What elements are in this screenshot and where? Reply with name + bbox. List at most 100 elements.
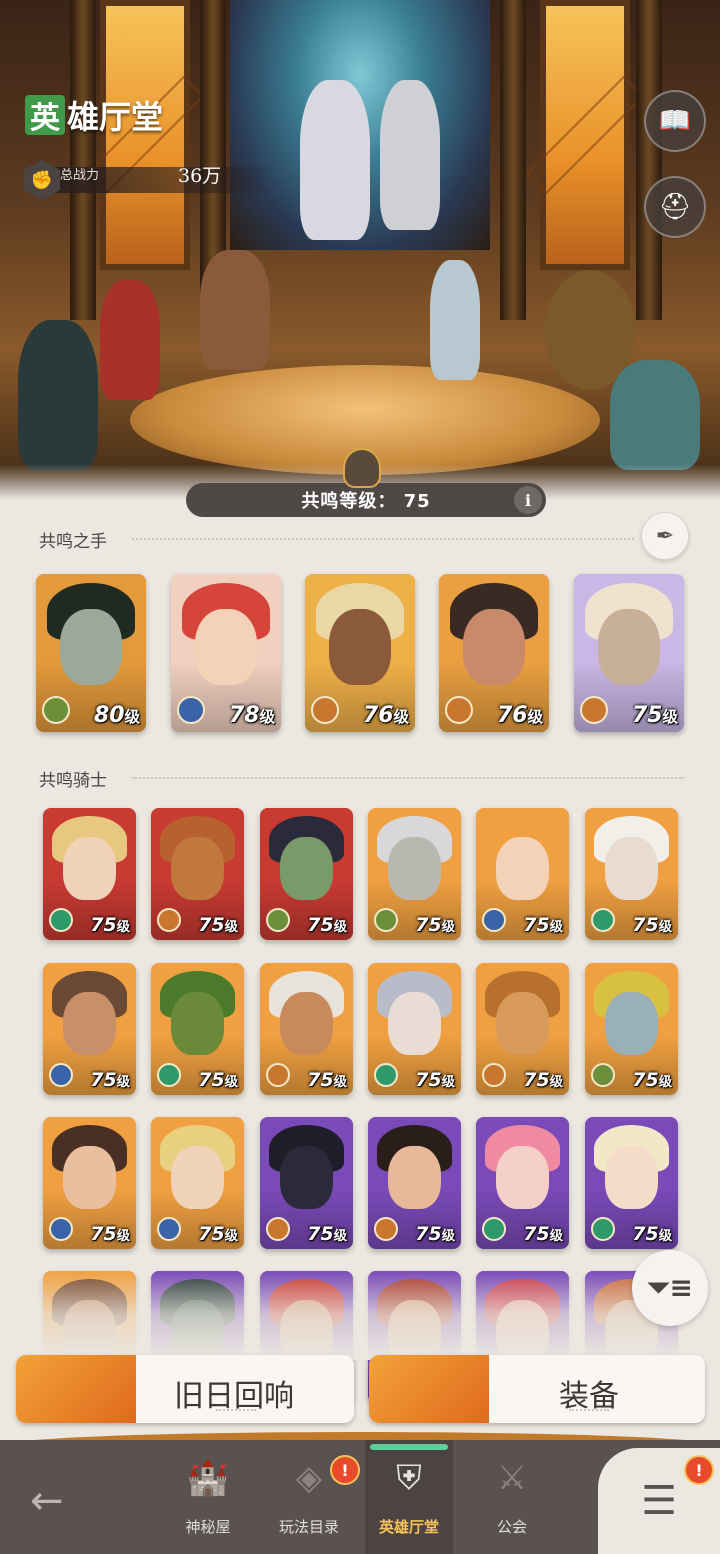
hero-card[interactable]: 75级 (151, 808, 244, 940)
feather-button[interactable]: ✒ (641, 512, 689, 560)
hero-level-value: 75 (523, 914, 550, 936)
hero-card[interactable]: 75级 (43, 808, 136, 940)
hero-level-value: 75 (198, 1069, 225, 1091)
hero-card[interactable]: 75级 (585, 808, 678, 940)
hero-card[interactable]: 75级 (368, 808, 461, 940)
hero-card[interactable]: 76级 (305, 574, 415, 732)
hero-card[interactable]: 75级 (476, 1117, 569, 1249)
hero-level: 75级 (307, 914, 347, 936)
hero-level-value: 80 (93, 703, 125, 728)
class-emblem-icon (311, 696, 339, 724)
hero-level: 75级 (523, 1069, 563, 1091)
class-emblem-icon (157, 1063, 181, 1087)
resonance-level-value: 75 (403, 491, 431, 512)
resonance-level-bar: 共鸣等级： 75 i (186, 483, 546, 517)
class-emblem-icon (49, 1217, 73, 1241)
page-title-badge: 英 (25, 95, 65, 136)
hero-card[interactable]: 75级 (151, 963, 244, 1095)
hero-card[interactable]: 75级 (260, 963, 353, 1095)
power-label: 总战力 (60, 168, 100, 183)
hero-level: 75级 (415, 1069, 455, 1091)
hero-card[interactable]: 75级 (368, 1117, 461, 1249)
hero-level: 75级 (307, 1223, 347, 1245)
hero-level-value: 75 (632, 1223, 659, 1245)
equipment-button[interactable]: 装备 (369, 1355, 705, 1423)
hero-face (60, 608, 122, 685)
hero-level-unit: 级 (441, 920, 455, 935)
helmets-icon: ⛑ (658, 192, 692, 222)
section-title-hands: 共鸣之手 (39, 532, 107, 552)
hero-level: 75级 (415, 1223, 455, 1245)
hero-level-unit: 级 (124, 708, 140, 726)
hero-card[interactable]: 80级 (36, 574, 146, 732)
nav-mystery-house[interactable]: 🏰 神秘屋 (166, 1452, 250, 1552)
statue-figure (300, 80, 370, 240)
class-emblem-icon (374, 1217, 398, 1241)
divider (132, 777, 684, 779)
hero-level-unit: 级 (662, 708, 678, 726)
class-emblem-icon (482, 1217, 506, 1241)
hero-figure[interactable] (100, 280, 160, 400)
class-emblem-icon (374, 908, 398, 932)
hero-level: 75级 (632, 914, 672, 936)
filter-button[interactable]: ⏷≡ (632, 1250, 708, 1326)
list-menu-icon: ☰ (641, 1478, 677, 1524)
nav-mystery-label: 神秘屋 (185, 1518, 231, 1536)
hero-level-unit: 级 (116, 1075, 130, 1090)
stained-glass-window (540, 0, 630, 270)
arrow-left-icon: ← (30, 1478, 64, 1524)
hero-card[interactable]: 75级 (585, 963, 678, 1095)
class-emblem-icon (591, 908, 615, 932)
tower-icon: 🏰 (186, 1458, 230, 1498)
hero-card[interactable]: 75级 (368, 963, 461, 1095)
hero-card[interactable]: 75级 (574, 574, 684, 732)
hero-level: 75级 (198, 1223, 238, 1245)
hero-level-value: 75 (90, 1223, 117, 1245)
hero-face (388, 992, 441, 1056)
info-button[interactable]: i (514, 486, 542, 514)
nav-guild[interactable]: ⚔ 公会 (470, 1452, 554, 1552)
book-button[interactable]: 📖 (644, 90, 706, 152)
hero-level-value: 75 (415, 1223, 442, 1245)
divider (132, 538, 634, 540)
hero-level-value: 78 (228, 703, 260, 728)
class-emblem-icon (591, 1217, 615, 1241)
hero-card[interactable]: 78级 (171, 574, 281, 732)
hero-level-unit: 级 (333, 920, 347, 935)
class-emblem-icon (49, 908, 73, 932)
old-echoes-art (16, 1355, 136, 1423)
feather-icon: ✒ (655, 523, 675, 549)
hero-level-value: 75 (523, 1069, 550, 1091)
hero-level: 75级 (90, 1069, 130, 1091)
hero-card[interactable]: 75级 (260, 1117, 353, 1249)
helmets-button[interactable]: ⛑ (644, 176, 706, 238)
hero-hall-banner (0, 0, 720, 500)
hero-card[interactable]: 75级 (585, 1117, 678, 1249)
hero-card[interactable]: 75级 (476, 808, 569, 940)
back-button[interactable]: ← (30, 1478, 64, 1524)
hero-face (496, 837, 549, 901)
hero-level-unit: 级 (333, 1075, 347, 1090)
catalog-alert-badge: ! (330, 1455, 360, 1485)
equipment-art (369, 1355, 489, 1423)
hero-card[interactable]: 75级 (43, 1117, 136, 1249)
hero-level: 75级 (632, 1069, 672, 1091)
hero-level-value: 75 (307, 1223, 334, 1245)
class-emblem-icon (49, 1063, 73, 1087)
class-emblem-icon (374, 1063, 398, 1087)
hero-level-unit: 级 (224, 1075, 238, 1090)
hero-face (605, 1146, 658, 1210)
hero-figure[interactable] (200, 250, 270, 370)
hero-face (496, 1146, 549, 1210)
hero-card[interactable]: 76级 (439, 574, 549, 732)
power-value: 36万 (178, 165, 222, 187)
hero-card[interactable]: 75级 (476, 963, 569, 1095)
hero-card[interactable]: 75级 (43, 963, 136, 1095)
hero-level: 75级 (198, 914, 238, 936)
old-echoes-button[interactable]: 旧日回响 (16, 1355, 354, 1423)
hero-figure[interactable] (430, 260, 480, 380)
nav-hero-hall[interactable]: ⛨ 英雄厅堂 (367, 1452, 451, 1552)
hero-card[interactable]: 75级 (151, 1117, 244, 1249)
hero-card[interactable]: 75级 (260, 808, 353, 940)
hero-face (171, 1146, 224, 1210)
